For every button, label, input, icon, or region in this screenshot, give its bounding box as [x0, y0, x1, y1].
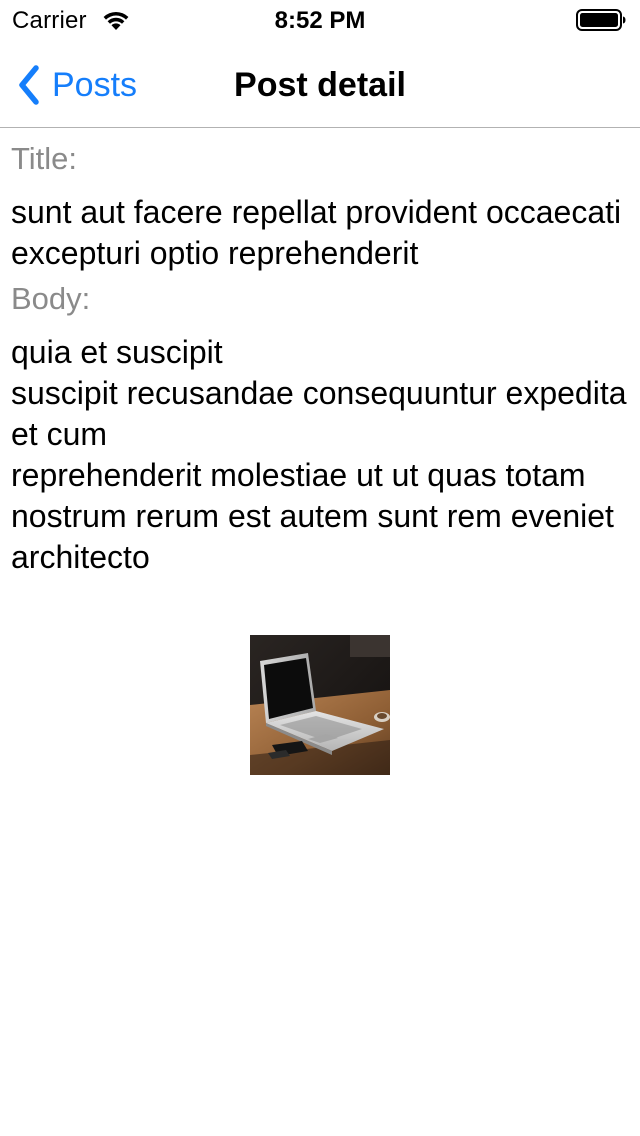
post-image	[250, 635, 390, 775]
post-title-text: sunt aut facere repellat provident occae…	[11, 194, 622, 271]
clock-time: 8:52 PM	[274, 7, 366, 34]
body-label: Body:	[11, 281, 91, 316]
post-body-text: quia et suscipit suscipit recusandae con…	[11, 334, 627, 575]
page-title: Post detail	[234, 66, 406, 104]
post-detail-content: Title: sunt aut facere repellat providen…	[11, 129, 631, 578]
status-bar: Carrier 8:52 PM	[0, 0, 640, 40]
laptop-photo	[250, 635, 390, 775]
battery-full-icon	[576, 9, 626, 31]
navigation-bar: Posts Post detail	[0, 40, 640, 128]
title-label: Title:	[11, 141, 78, 176]
